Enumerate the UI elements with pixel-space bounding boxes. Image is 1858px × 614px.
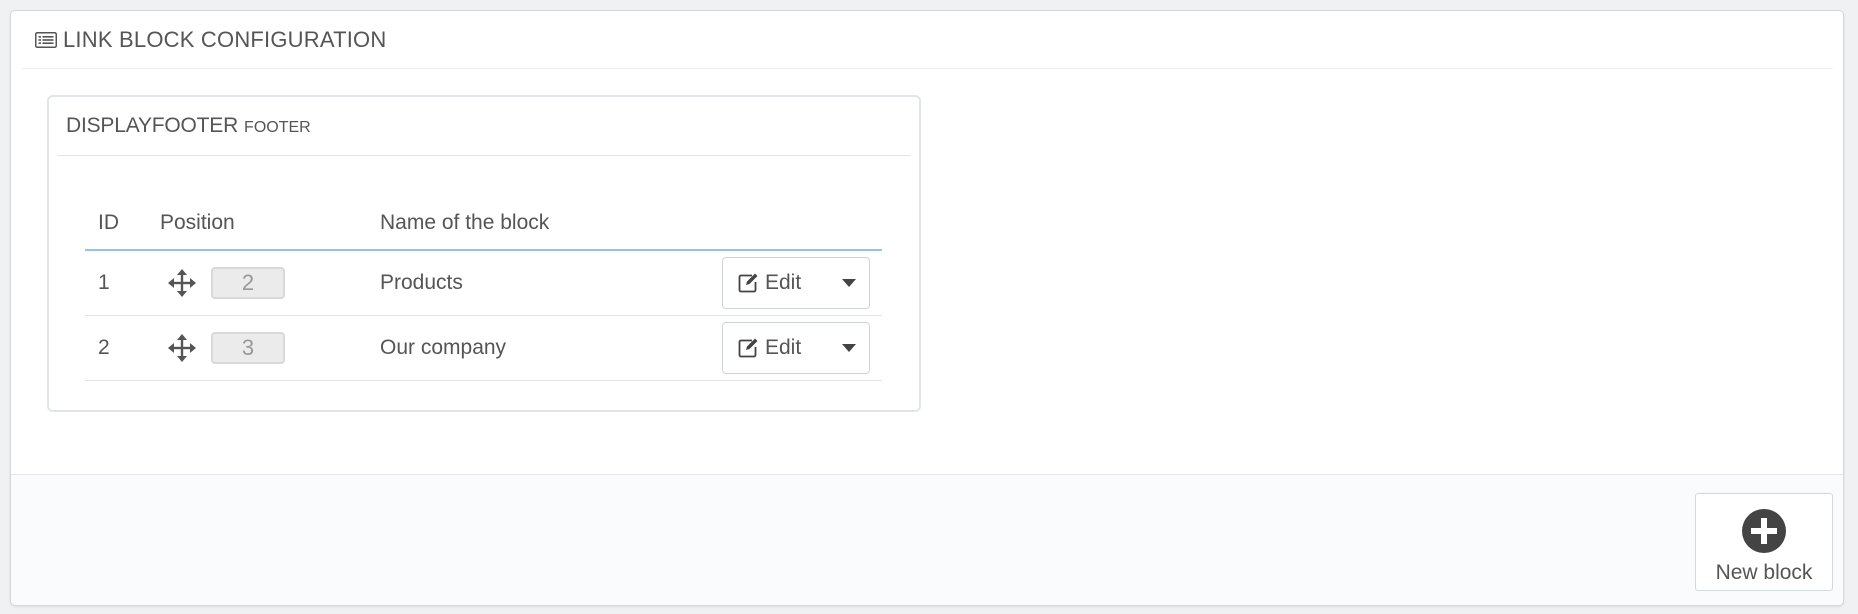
chevron-down-icon[interactable] [829,323,869,373]
list-icon [35,31,57,48]
panel-footer: New block [11,474,1843,605]
row-id: 2 [85,315,160,381]
row-id: 1 [85,250,160,316]
new-block-label: New block [1715,561,1813,584]
edit-button-label: Edit [765,336,802,359]
edit-icon [738,273,758,293]
position-badge: 2 [211,267,285,299]
column-header-id: ID [85,197,160,251]
link-block-panel: LINK BLOCK CONFIGURATION DISPLAYFOOTER F… [10,10,1844,606]
table-row: 1 2 Products Edit [85,250,882,316]
row-block-name: Our company [380,315,718,381]
hook-subtitle: FOOTER [244,118,311,136]
row-block-name: Products [380,250,718,316]
panel-heading: LINK BLOCK CONFIGURATION [21,11,1833,69]
table-header-row: ID Position Name of the block [85,197,882,251]
edit-icon [738,338,758,358]
edit-button[interactable]: Edit [723,336,801,360]
new-block-button[interactable]: New block [1695,493,1833,591]
edit-button-group: Edit [722,257,870,309]
edit-button-group: Edit [722,322,870,374]
plus-circle-icon [1742,509,1786,553]
drag-move-icon[interactable] [167,268,197,298]
chevron-down-icon[interactable] [829,258,869,308]
drag-move-icon[interactable] [167,333,197,363]
edit-button-label: Edit [765,271,802,294]
table-row: 2 3 Our company Edit [85,315,882,381]
column-header-name: Name of the block [380,197,718,251]
hook-name: DISPLAYFOOTER [66,114,239,137]
column-header-position: Position [160,197,380,251]
edit-button[interactable]: Edit [723,271,801,295]
link-blocks-table: ID Position Name of the block 1 2 Produc… [85,197,882,381]
column-header-actions [718,197,882,251]
position-badge: 3 [211,332,285,364]
panel-title: LINK BLOCK CONFIGURATION [63,26,387,52]
hook-heading: DISPLAYFOOTER FOOTER [57,97,911,156]
hook-block-panel: DISPLAYFOOTER FOOTER ID Position Name of… [47,95,921,412]
